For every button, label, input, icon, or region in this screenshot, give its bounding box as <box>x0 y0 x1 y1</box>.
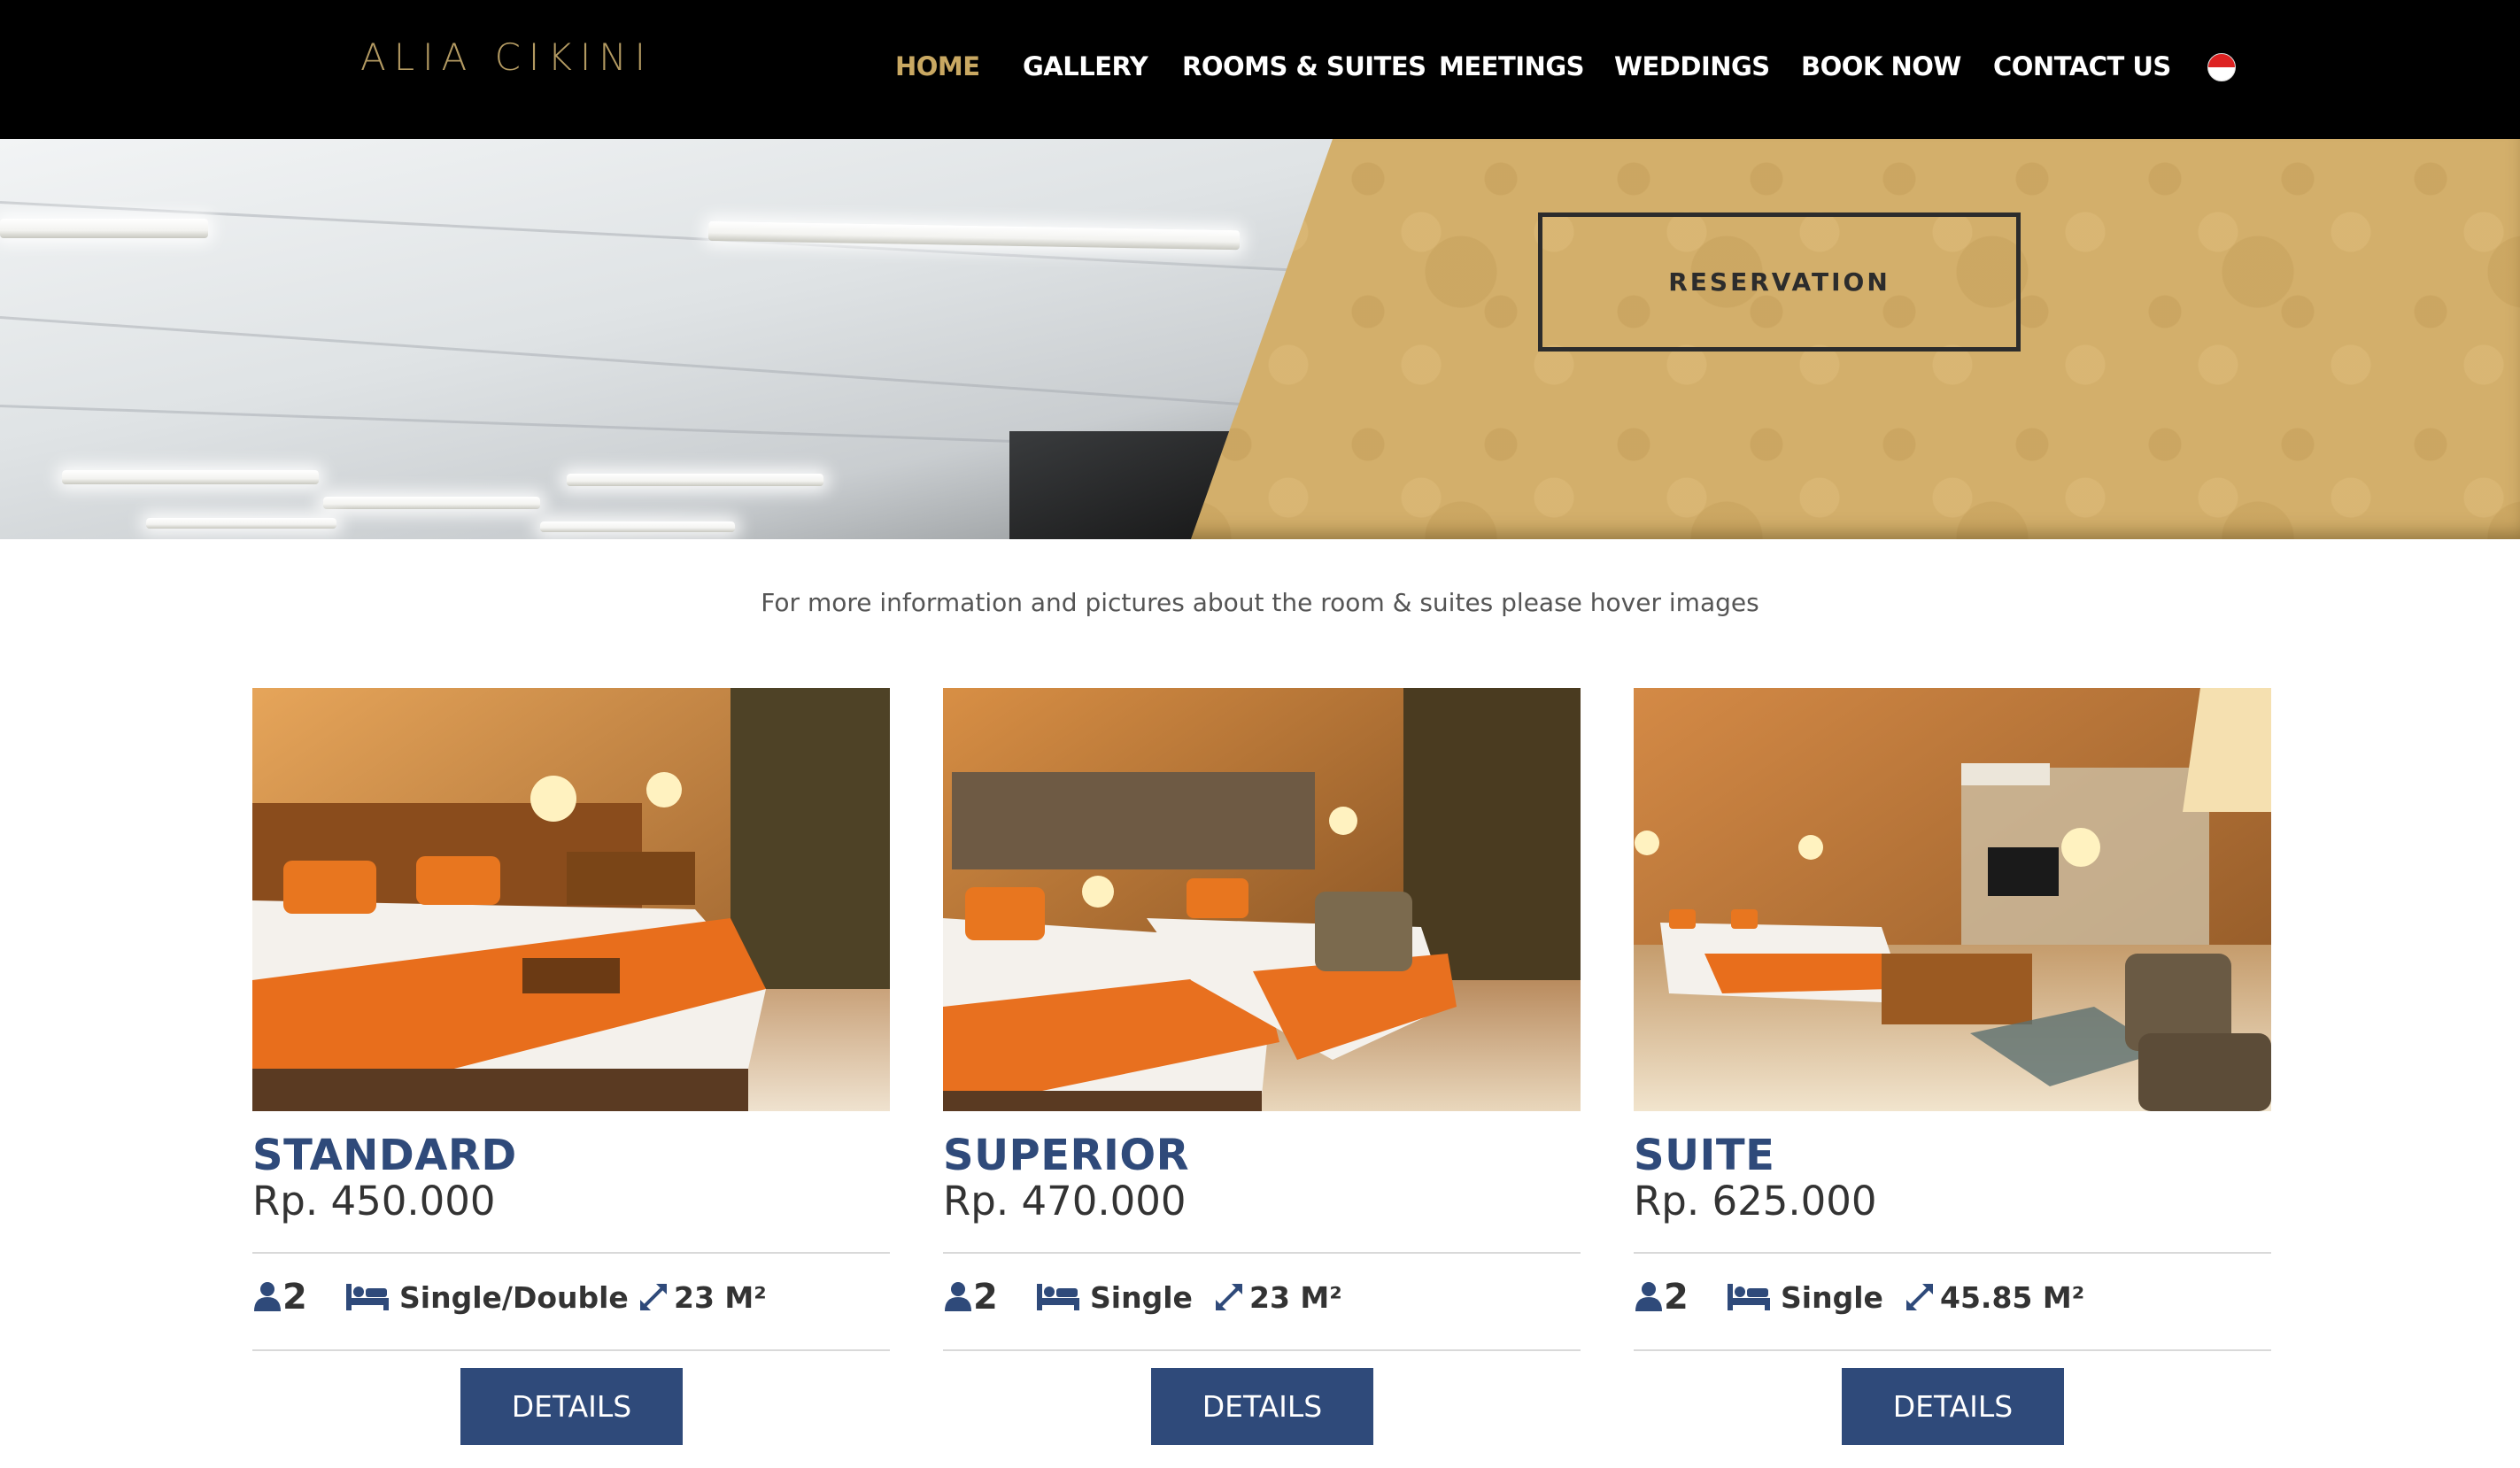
bed-icon <box>1728 1284 1770 1310</box>
divider <box>252 1349 890 1351</box>
guests-count: 2 <box>1664 1277 1689 1317</box>
bed-type: Single/Double <box>399 1279 629 1315</box>
nav-item-meetings[interactable]: MEETINGS <box>1439 51 1585 81</box>
room-photo-suite[interactable] <box>1634 688 2271 1111</box>
bed-info: Single <box>1728 1275 1883 1319</box>
hero-ceiling-photo <box>0 139 1346 539</box>
site-logo[interactable]: ALIA CIKINI <box>360 35 653 79</box>
user-icon <box>1635 1282 1662 1311</box>
room-amenities: 2 Single 23 M² <box>943 1275 1581 1319</box>
expand-icon <box>640 1284 667 1310</box>
room-price: Rp. 450.000 <box>252 1178 496 1225</box>
divider <box>943 1349 1581 1351</box>
nav-item-home[interactable]: HOME <box>895 51 980 81</box>
reservation-button[interactable]: RESERVATION <box>1538 212 2021 352</box>
user-icon <box>945 1282 971 1311</box>
room-name: STANDARD <box>252 1131 517 1180</box>
guests-count: 2 <box>282 1277 307 1317</box>
user-icon <box>254 1282 281 1311</box>
indonesia-flag-icon[interactable] <box>2207 53 2236 81</box>
nav-item-rooms-suites[interactable]: ROOMS & SUITES <box>1182 51 1426 81</box>
divider <box>1634 1349 2271 1351</box>
size-info: 45.85 M² <box>1903 1275 2084 1319</box>
rooms-intro-text: For more information and pictures about … <box>761 588 1759 617</box>
divider <box>943 1252 1581 1254</box>
nav-item-contact-us[interactable]: CONTACT US <box>1993 51 2171 81</box>
details-button-standard[interactable]: DETAILS <box>460 1368 683 1445</box>
room-price: Rp. 625.000 <box>1634 1178 1877 1225</box>
bed-type: Single <box>1781 1279 1883 1315</box>
room-size: 23 M² <box>674 1279 767 1315</box>
details-button-suite[interactable]: DETAILS <box>1842 1368 2064 1445</box>
bed-icon <box>1037 1284 1079 1310</box>
size-info: 23 M² <box>637 1275 767 1319</box>
expand-icon <box>1906 1284 1933 1310</box>
divider <box>1634 1252 2271 1254</box>
room-price: Rp. 470.000 <box>943 1178 1187 1225</box>
room-size: 23 M² <box>1249 1279 1342 1315</box>
bed-type: Single <box>1090 1279 1193 1315</box>
hero-banner: RESERVATION <box>0 139 2520 539</box>
room-photo-standard[interactable] <box>252 688 890 1111</box>
site-header: ALIA CIKINI HOME GALLERY ROOMS & SUITES … <box>0 0 2520 139</box>
size-info: 23 M² <box>1212 1275 1342 1319</box>
bed-info: Single <box>1037 1275 1193 1319</box>
room-name: SUITE <box>1634 1131 1775 1180</box>
room-size: 45.85 M² <box>1940 1279 2085 1315</box>
guests-info: 2 <box>252 1275 307 1319</box>
guests-count: 2 <box>973 1277 998 1317</box>
nav-item-book-now[interactable]: BOOK NOW <box>1801 51 1961 81</box>
bed-info: Single/Double <box>346 1275 629 1319</box>
nav-item-gallery[interactable]: GALLERY <box>1023 51 1148 81</box>
nav-item-weddings[interactable]: WEDDINGS <box>1614 51 1770 81</box>
room-name: SUPERIOR <box>943 1131 1190 1180</box>
guests-info: 2 <box>943 1275 998 1319</box>
divider <box>252 1252 890 1254</box>
room-amenities: 2 Single/Double 23 M² <box>252 1275 890 1319</box>
bed-icon <box>346 1284 389 1310</box>
room-photo-superior[interactable] <box>943 688 1581 1111</box>
expand-icon <box>1216 1284 1242 1310</box>
guests-info: 2 <box>1634 1275 1689 1319</box>
details-button-superior[interactable]: DETAILS <box>1151 1368 1373 1445</box>
room-amenities: 2 Single 45.85 M² <box>1634 1275 2271 1319</box>
